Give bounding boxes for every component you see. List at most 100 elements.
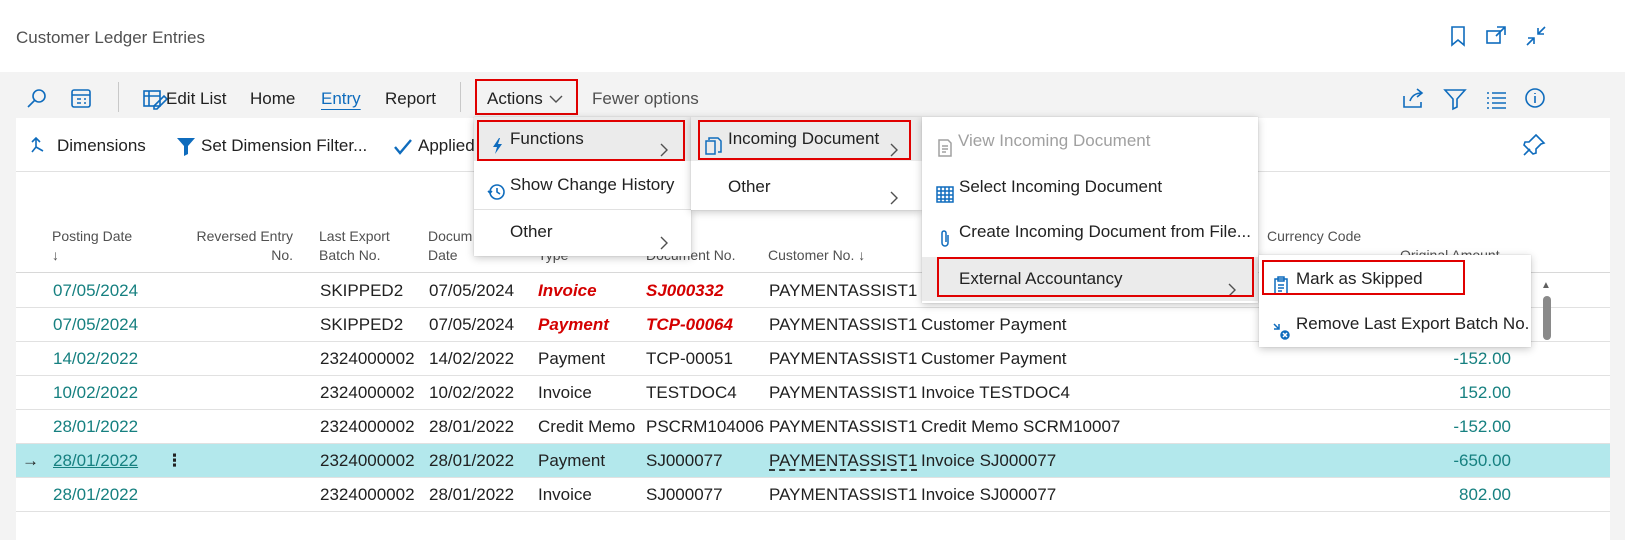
scrollbar-thumb[interactable] — [1543, 296, 1551, 340]
tab-report[interactable]: Report — [385, 84, 436, 114]
column-header-posting-date[interactable]: Posting Date ↓ — [52, 227, 132, 265]
table-row[interactable]: 10/02/2022 2324000002 10/02/2022 Invoice… — [16, 376, 1610, 410]
amount-cell[interactable]: -152.00 — [1396, 410, 1511, 444]
document-date-cell: 28/01/2022 — [429, 451, 515, 470]
current-row-arrow-icon: → — [22, 451, 39, 470]
type-cell: Invoice — [538, 383, 592, 402]
toolbar-divider — [118, 82, 119, 112]
table-row-selected[interactable]: → 28/01/2022 ⋮ 2324000002 28/01/2022 Pay… — [16, 444, 1610, 478]
search-icon[interactable] — [22, 84, 52, 114]
posting-date-cell[interactable]: 07/05/2024 — [53, 308, 138, 342]
customer-no-cell[interactable]: PAYMENTASSIST1 — [769, 376, 917, 410]
document-no-cell: SJ000077 — [646, 485, 723, 504]
filter-icon — [175, 135, 197, 157]
type-cell: Payment — [538, 349, 606, 368]
customer-no-cell[interactable]: PAYMENTASSIST1 — [769, 478, 917, 512]
menu-item-show-change-history[interactable]: Show Change History — [474, 163, 691, 207]
document-date-cell: 28/01/2022 — [429, 485, 515, 504]
document-date-cell: 10/02/2022 — [429, 383, 515, 402]
share-icon[interactable] — [1398, 84, 1428, 114]
amount-cell[interactable]: -650.00 — [1396, 444, 1511, 478]
filter-icon[interactable] — [1440, 84, 1470, 114]
fewer-options-button[interactable]: Fewer options — [592, 84, 699, 114]
column-header-currency-code[interactable]: Currency Code — [1267, 227, 1361, 246]
description-cell: Invoice SJ000077 — [921, 451, 1057, 470]
menu-item-label: View Incoming Document — [958, 131, 1151, 150]
amount-cell[interactable]: -152.00 — [1396, 342, 1511, 376]
document-no-cell: TESTDOC4 — [646, 383, 737, 402]
document-date-cell: 14/02/2022 — [429, 349, 515, 368]
posting-date-cell[interactable]: 28/01/2022 — [53, 444, 138, 478]
menu-item-other[interactable]: Other — [474, 210, 691, 254]
mark-as-skipped-highlight — [1262, 260, 1465, 295]
info-icon[interactable] — [1521, 84, 1551, 114]
customer-no-cell[interactable]: PAYMENTASSIST1 — [769, 274, 917, 308]
history-icon — [486, 175, 506, 200]
amount-cell[interactable]: 802.00 — [1396, 478, 1511, 512]
list-view-icon[interactable] — [1481, 84, 1511, 114]
set-dimension-filter-button[interactable]: Set Dimension Filter... — [201, 133, 367, 159]
page-title: Customer Ledger Entries — [16, 28, 205, 47]
column-header-reversed-entry-no[interactable]: Reversed Entry No. — [180, 227, 293, 265]
table-row[interactable]: 28/01/2022 2324000002 28/01/2022 Invoice… — [16, 478, 1610, 512]
chevron-right-icon — [658, 224, 670, 250]
batch-no-cell: 2324000002 — [320, 485, 415, 504]
dimensions-button[interactable]: Dimensions — [57, 133, 146, 159]
menu-item-label: Remove Last Export Batch No. — [1296, 314, 1530, 333]
type-cell: Invoice — [538, 281, 597, 300]
table-row[interactable]: 14/02/2022 2324000002 14/02/2022 Payment… — [16, 342, 1610, 376]
incoming-document-highlight — [698, 120, 911, 160]
customer-no-cell[interactable]: PAYMENTASSIST1 — [769, 342, 917, 376]
document-no-cell: TCP-00064 — [646, 315, 733, 334]
collapse-icon[interactable] — [1524, 24, 1548, 48]
column-header-last-export-batch-no[interactable]: Last Export Batch No. — [319, 227, 390, 265]
menu-item-label: Create Incoming Document from File... — [959, 222, 1251, 241]
pin-icon[interactable] — [1521, 132, 1547, 158]
external-accountancy-highlight — [937, 257, 1254, 297]
menu-item-select-incoming-document[interactable]: Select Incoming Document — [922, 165, 1258, 209]
menu-item-view-incoming-document[interactable]: View Incoming Document — [922, 119, 1258, 163]
batch-no-cell: 2324000002 — [320, 451, 415, 470]
menu-item-label: Other — [728, 177, 771, 196]
column-header-customer-no[interactable]: Customer No. ↓ — [768, 246, 865, 265]
tab-entry[interactable]: Entry — [321, 84, 361, 114]
document-date-cell: 07/05/2024 — [429, 315, 515, 334]
document-no-cell: SJ000077 — [646, 451, 723, 470]
document-no-cell: TCP-00051 — [646, 349, 733, 368]
menu-item-create-incoming-document-from-file[interactable]: Create Incoming Document from File... — [922, 210, 1258, 254]
chevron-down-icon — [548, 92, 564, 106]
customer-no-cell[interactable]: PAYMENTASSIST1 — [769, 444, 917, 478]
menu-item-label: Show Change History — [510, 175, 675, 194]
type-cell: Invoice — [538, 485, 592, 504]
applied-entries-button[interactable]: Applied — [418, 133, 475, 159]
customer-no-cell[interactable]: PAYMENTASSIST1 — [769, 410, 917, 444]
menu-item-remove-last-export-batch-no[interactable]: Remove Last Export Batch No. — [1259, 302, 1531, 346]
toolbar-divider — [460, 82, 461, 112]
menu-item-other[interactable]: Other — [691, 165, 922, 209]
column-header-document-date[interactable]: Docum Date — [428, 227, 472, 265]
amount-cell[interactable]: 152.00 — [1396, 376, 1511, 410]
table-row[interactable]: 28/01/2022 2324000002 28/01/2022 Credit … — [16, 410, 1610, 444]
tab-home[interactable]: Home — [250, 84, 295, 114]
edit-list-button[interactable]: Edit List — [166, 84, 226, 114]
attachment-icon — [935, 222, 955, 247]
description-cell: Credit Memo SCRM10007 — [921, 417, 1121, 436]
row-menu-icon[interactable]: ⋮ — [166, 444, 183, 478]
layout-icon[interactable] — [66, 84, 96, 114]
posting-date-cell[interactable]: 28/01/2022 — [53, 410, 138, 444]
open-new-window-icon[interactable] — [1484, 24, 1508, 48]
tab-actions[interactable]: Actions — [487, 84, 543, 114]
bookmark-icon[interactable] — [1446, 24, 1470, 48]
functions-highlight — [477, 120, 685, 161]
description-cell: Customer Payment — [921, 315, 1067, 334]
posting-date-cell[interactable]: 07/05/2024 — [53, 274, 138, 308]
batch-no-cell: 2324000002 — [320, 349, 415, 368]
customer-no-cell[interactable]: PAYMENTASSIST1 — [769, 308, 917, 342]
description-cell: Invoice TESTDOC4 — [921, 383, 1070, 402]
posting-date-cell[interactable]: 14/02/2022 — [53, 342, 138, 376]
posting-date-cell[interactable]: 10/02/2022 — [53, 376, 138, 410]
description-cell: Invoice SJ000077 — [921, 485, 1057, 504]
scroll-up-icon[interactable]: ▲ — [1541, 280, 1551, 291]
posting-date-cell[interactable]: 28/01/2022 — [53, 478, 138, 512]
document-icon — [935, 131, 955, 157]
